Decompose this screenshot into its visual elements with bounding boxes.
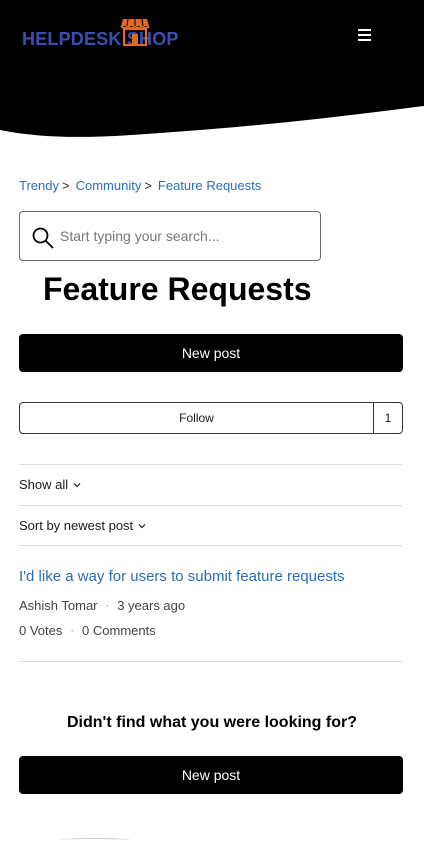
new-post-button[interactable]: New post [19,334,403,372]
page-title: Feature Requests [43,271,312,307]
follow-control: Follow 1 [19,402,403,434]
chevron-down-icon [138,523,146,528]
post-author: Ashish Tomar [19,598,98,613]
post-age: 3 years ago [117,598,186,613]
footer-edge [60,838,130,842]
post-comments: 0 Comments [82,623,156,638]
breadcrumb-item-trendy[interactable]: Trendy [19,178,59,193]
follow-button[interactable]: Follow [20,403,373,433]
new-post-button-bottom[interactable]: New post [19,756,403,794]
show-filter-dropdown[interactable]: Show all [19,477,81,492]
header-wave-divider [0,106,424,140]
not-found-prompt: Didn't find what you were looking for? [66,714,357,731]
search-icon [32,227,54,249]
breadcrumb-item-feature-requests[interactable]: Feature Requests [158,178,261,193]
sort-label: Sort by newest post [19,518,134,533]
chevron-down-icon [73,482,81,487]
breadcrumb-separator: > [144,178,152,193]
divider [19,545,403,546]
post-stats: 0 Votes · 0 Comments [19,623,156,638]
search-input[interactable] [60,226,310,246]
follower-count: 1 [373,403,402,433]
search-box [19,211,321,261]
logo-text: HELPDESK SHOP [22,29,179,49]
post-meta: Ashish Tomar · 3 years ago [19,598,185,613]
site-logo[interactable]: HELPDESK SHOP [22,18,179,52]
show-filter-label: Show all [19,477,69,492]
divider [19,505,403,506]
breadcrumb-item-community[interactable]: Community [76,178,142,193]
post-title-link[interactable]: I'd like a way for users to submit featu… [19,568,345,585]
meta-separator: · [70,624,75,637]
divider [19,661,403,662]
meta-separator: · [105,599,110,612]
hamburger-menu-icon[interactable] [358,26,376,42]
storefront-icon [120,18,150,47]
site-header: HELPDESK SHOP [0,0,424,140]
sort-dropdown[interactable]: Sort by newest post [19,518,146,533]
divider [19,464,403,465]
breadcrumb-separator: > [61,178,70,193]
breadcrumb: Trendy > Community > Feature Requests [19,178,261,193]
post-votes: 0 Votes [19,623,63,638]
